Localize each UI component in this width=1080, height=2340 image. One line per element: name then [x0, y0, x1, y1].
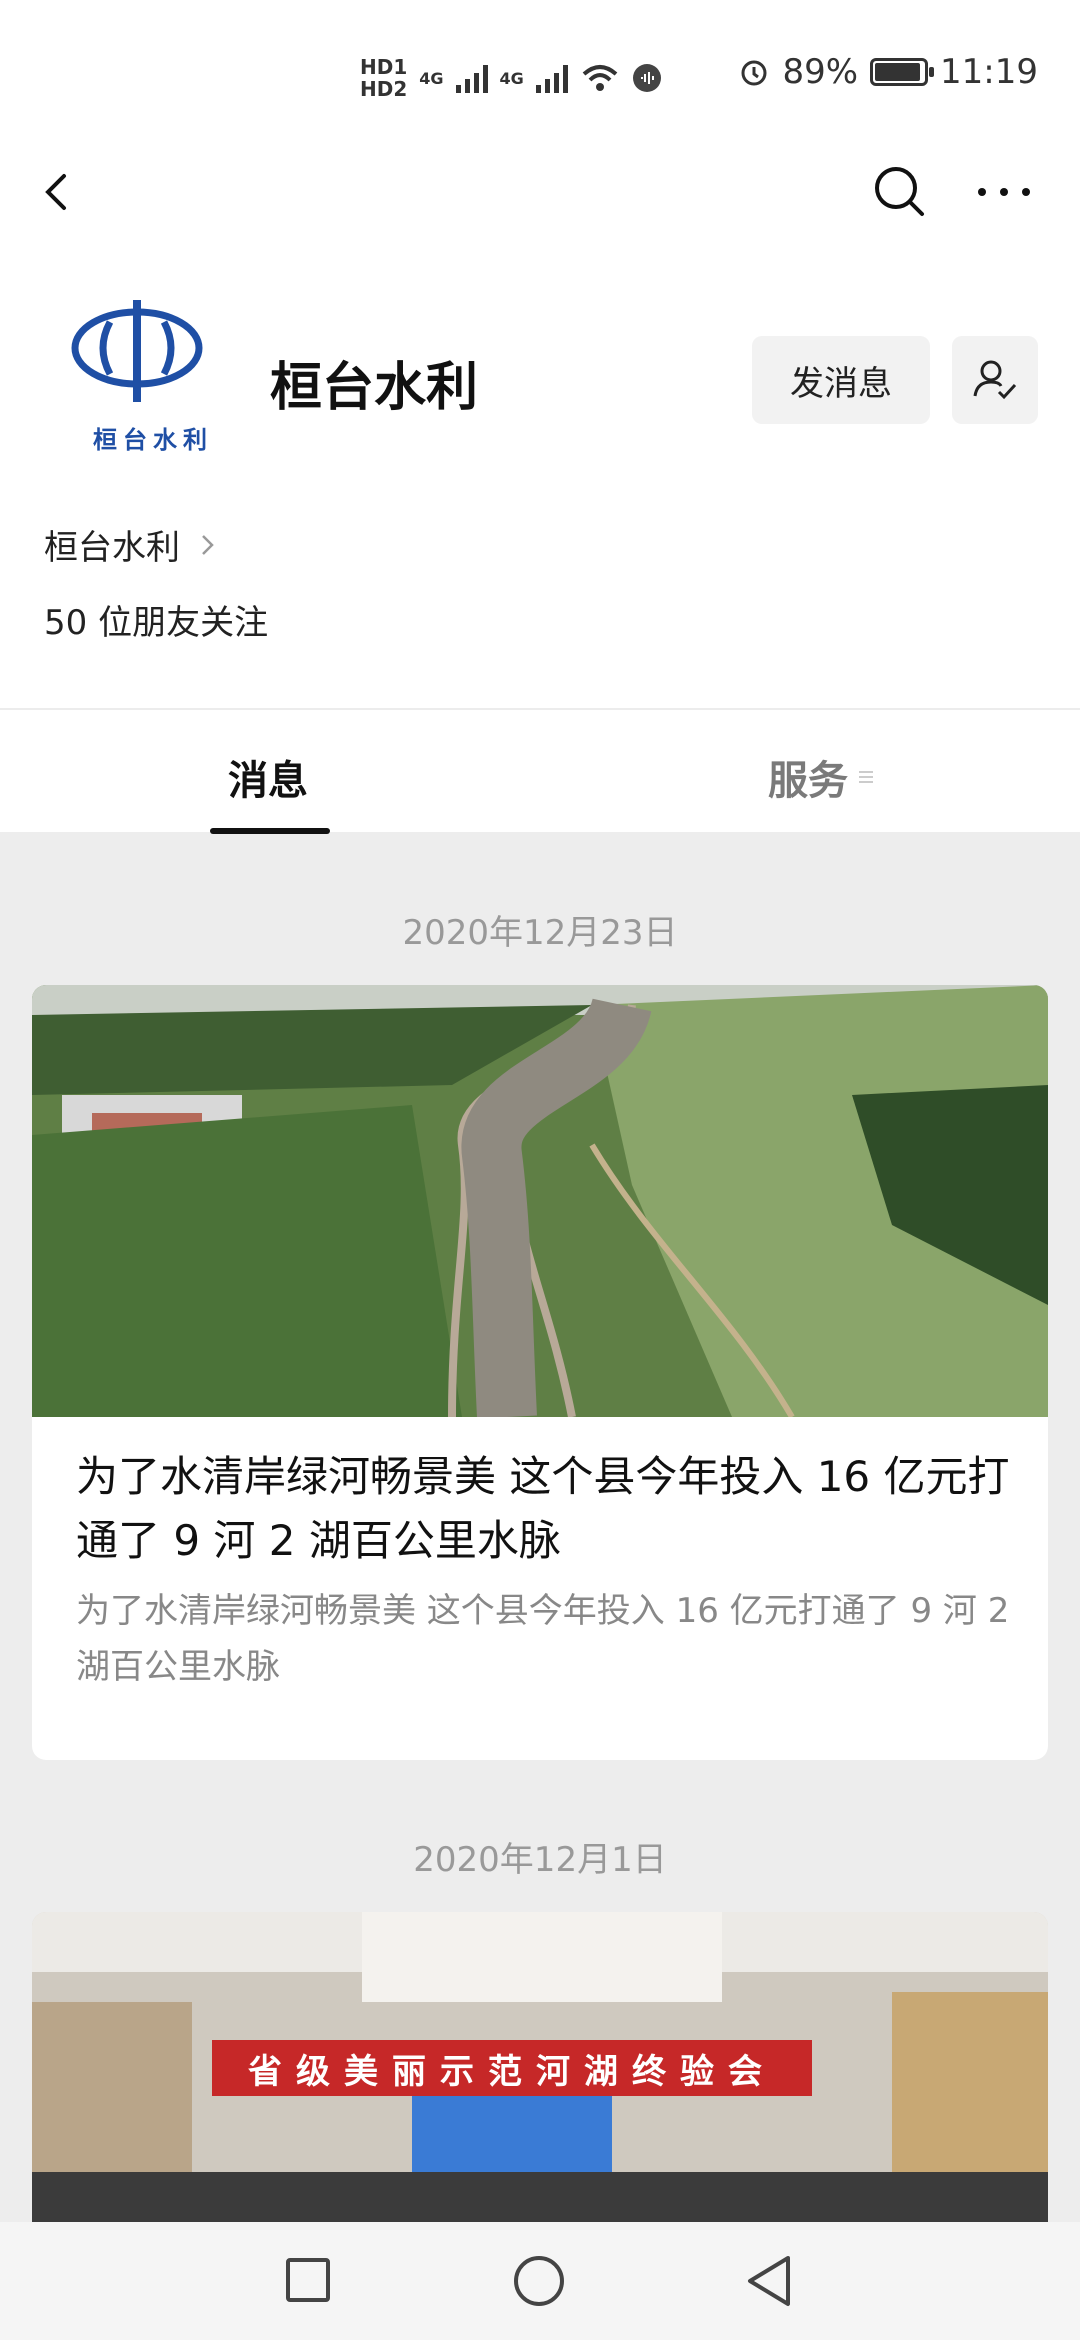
- message-date: 2020年12月23日: [402, 913, 678, 953]
- logo-text: 桓台水利: [93, 425, 213, 454]
- search-icon[interactable]: [870, 160, 930, 220]
- account-profile: 桓台水利 桓台水利 发消息 桓台水利 50 位朋友关注: [0, 240, 1080, 710]
- sim1-label: HD1: [360, 55, 408, 79]
- audio-icon: [632, 64, 661, 92]
- followers-count: 50 位朋友关注: [44, 603, 269, 643]
- water-logo-icon: [71, 300, 203, 402]
- article-card[interactable]: 省级美丽示范河湖终验会: [32, 1912, 1048, 2232]
- sub-account-label: 桓台水利: [44, 528, 180, 568]
- back-arrow-icon[interactable]: [36, 162, 76, 222]
- recent-apps-icon[interactable]: [286, 2258, 330, 2302]
- status-right: 89% 11:19: [738, 52, 1038, 92]
- event-banner: 省级美丽示范河湖终验会: [212, 2040, 812, 2096]
- network1-label: 4G: [419, 68, 444, 88]
- sim2-label: HD2: [360, 77, 408, 101]
- river-photo: [32, 985, 1048, 1417]
- article-card[interactable]: 为了水清岸绿河畅景美 这个县今年投入 16 亿元打通了 9 河 2 湖百公里水脉…: [32, 985, 1048, 1760]
- clock: 11:19: [940, 52, 1038, 92]
- wifi-icon: [582, 65, 618, 91]
- tab-services-label: 服务: [768, 758, 848, 804]
- sub-account-link[interactable]: 桓台水利: [44, 520, 216, 569]
- network2-label: 4G: [499, 68, 524, 88]
- system-nav-bar: [0, 2222, 1080, 2340]
- send-message-button[interactable]: 发消息: [752, 336, 930, 424]
- battery-percent: 89%: [782, 52, 859, 92]
- sim-indicators: HD1 HD2: [360, 56, 407, 100]
- top-nav: [0, 150, 1080, 240]
- followed-button[interactable]: [952, 336, 1038, 424]
- article-description: 为了水清岸绿河畅景美 这个县今年投入 16 亿元打通了 9 河 2 湖百公里水脉: [76, 1591, 1010, 1687]
- alarm-icon: [741, 60, 767, 86]
- active-tab-indicator: [210, 828, 330, 834]
- signal-bars-icon: [455, 63, 488, 93]
- more-options-icon[interactable]: [972, 162, 1036, 222]
- signal-bars-icon: [535, 63, 568, 93]
- battery-icon: [870, 58, 935, 86]
- chevron-right-icon: [202, 534, 214, 555]
- tab-bar: 消息 服务: [0, 708, 1080, 834]
- user-check-icon: [973, 360, 1017, 400]
- article-title: 为了水清岸绿河畅景美 这个县今年投入 16 亿元打通了 9 河 2 湖百公里水脉: [76, 1452, 1010, 1565]
- message-date: 2020年12月1日: [413, 1840, 667, 1880]
- tab-messages[interactable]: 消息: [228, 748, 308, 806]
- status-bar: HD1 HD2 4G 4G 89% 11:19: [0, 0, 1080, 150]
- account-name: 桓台水利: [270, 358, 479, 418]
- account-logo: 桓台水利: [52, 300, 222, 460]
- tab-services[interactable]: 服务: [768, 748, 874, 806]
- signal-area: HD1 HD2 4G 4G: [360, 48, 662, 108]
- home-icon[interactable]: [514, 2256, 564, 2306]
- nav-back-icon[interactable]: [744, 2254, 794, 2308]
- menu-lines-icon: [859, 771, 873, 783]
